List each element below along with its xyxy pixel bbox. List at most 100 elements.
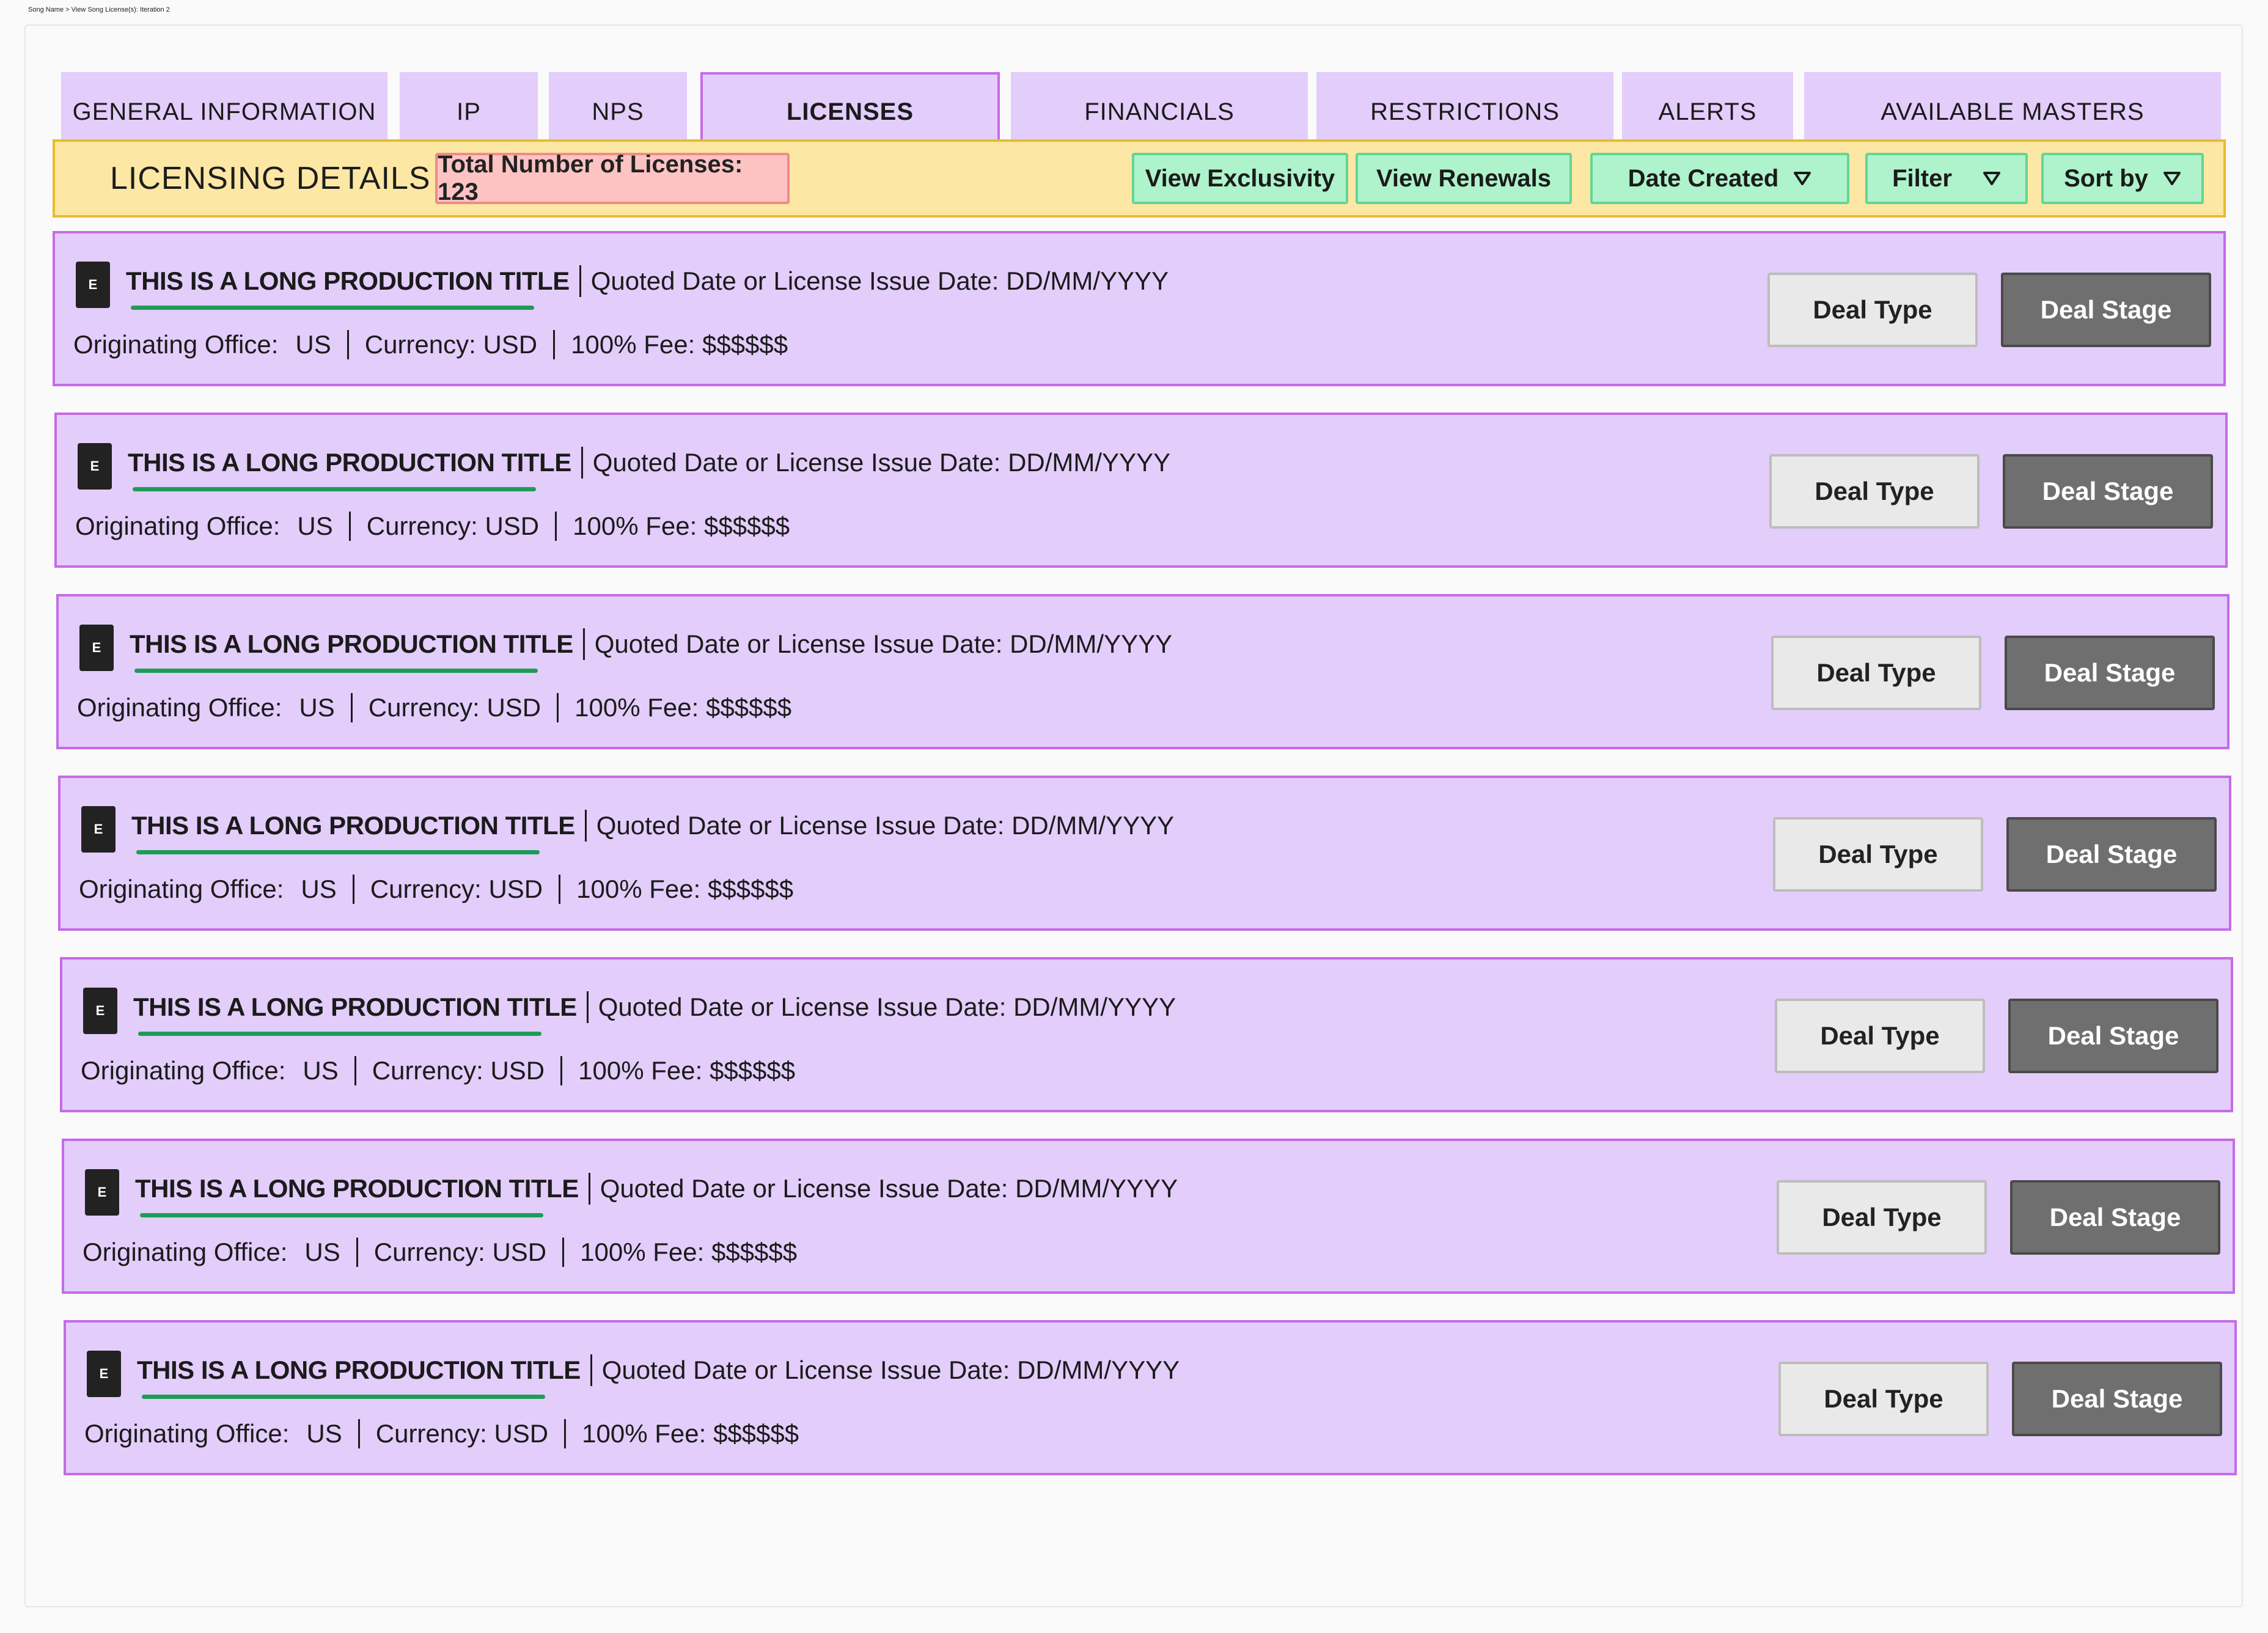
production-title[interactable]: THIS IS A LONG PRODUCTION TITLE <box>128 448 571 477</box>
office-value: US <box>303 1056 339 1085</box>
divider <box>588 1173 590 1205</box>
deal-type-button[interactable]: Deal Type <box>1778 1362 1989 1436</box>
deal-stage-button[interactable]: Deal Stage <box>2010 1180 2220 1255</box>
filter-dropdown[interactable]: Filter <box>1865 153 2028 204</box>
deal-type-button[interactable]: Deal Type <box>1767 273 1978 347</box>
license-header: THIS IS A LONG PRODUCTION TITLE Quoted D… <box>135 1170 1178 1207</box>
date-created-label: Date Created <box>1628 164 1779 192</box>
quoted-date: Quoted Date or License Issue Date: DD/MM… <box>601 1356 1180 1384</box>
deal-type-button[interactable]: Deal Type <box>1773 817 1983 892</box>
license-card[interactable]: E THIS IS A LONG PRODUCTION TITLE Quoted… <box>64 1320 2237 1475</box>
deal-stage-button[interactable]: Deal Stage <box>2005 636 2215 710</box>
exclusive-badge-icon: E <box>85 1169 119 1216</box>
title-underline <box>140 1213 543 1217</box>
license-meta: Originating Office: US Currency: USD 100… <box>84 1415 799 1452</box>
deal-stage-button[interactable]: Deal Stage <box>2008 999 2218 1073</box>
office-label: Originating Office: <box>83 1238 288 1266</box>
date-created-dropdown[interactable]: Date Created <box>1590 153 1849 204</box>
deal-stage-button[interactable]: Deal Stage <box>2003 454 2213 529</box>
production-title[interactable]: THIS IS A LONG PRODUCTION TITLE <box>130 629 573 659</box>
office-value: US <box>299 693 335 722</box>
divider <box>564 1419 567 1448</box>
fee: 100% Fee: $$$$$$ <box>576 875 794 903</box>
fee: 100% Fee: $$$$$$ <box>573 512 790 540</box>
divider <box>586 991 589 1023</box>
divider <box>358 1419 360 1448</box>
currency: Currency: USD <box>375 1419 549 1448</box>
divider <box>581 447 583 479</box>
license-card[interactable]: E THIS IS A LONG PRODUCTION TITLE Quoted… <box>58 776 2231 931</box>
view-exclusivity-button[interactable]: View Exclusivity <box>1132 153 1348 204</box>
license-card[interactable]: E THIS IS A LONG PRODUCTION TITLE Quoted… <box>62 1139 2235 1294</box>
license-card[interactable]: E THIS IS A LONG PRODUCTION TITLE Quoted… <box>54 413 2228 568</box>
license-header: THIS IS A LONG PRODUCTION TITLE Quoted D… <box>128 444 1170 481</box>
divider <box>557 693 559 722</box>
filter-label: Filter <box>1892 164 1952 192</box>
sort-by-label: Sort by <box>2064 164 2148 192</box>
view-renewals-button[interactable]: View Renewals <box>1356 153 1572 204</box>
office-label: Originating Office: <box>75 512 281 540</box>
license-meta: Originating Office: US Currency: USD 100… <box>83 1234 797 1271</box>
divider <box>562 1238 565 1267</box>
office-value: US <box>306 1419 342 1448</box>
deal-stage-button[interactable]: Deal Stage <box>2001 273 2211 347</box>
title-underline <box>142 1395 545 1399</box>
deal-stage-button[interactable]: Deal Stage <box>2012 1362 2222 1436</box>
title-underline <box>133 487 536 491</box>
office-label: Originating Office: <box>84 1419 290 1448</box>
license-header: THIS IS A LONG PRODUCTION TITLE Quoted D… <box>130 626 1172 662</box>
currency: Currency: USD <box>366 512 540 540</box>
divider <box>584 810 587 842</box>
exclusive-badge-icon: E <box>87 1351 121 1397</box>
exclusive-badge-icon: E <box>83 988 117 1034</box>
exclusive-badge-icon: E <box>81 806 116 853</box>
title-underline <box>134 669 538 673</box>
production-title[interactable]: THIS IS A LONG PRODUCTION TITLE <box>135 1174 579 1203</box>
divider <box>354 1056 356 1085</box>
divider <box>356 1238 358 1267</box>
divider <box>352 875 354 904</box>
divider <box>347 330 349 359</box>
quoted-date: Quoted Date or License Issue Date: DD/MM… <box>590 266 1169 295</box>
exclusive-badge-icon: E <box>78 443 112 490</box>
divider <box>555 512 557 541</box>
deal-stage-button[interactable]: Deal Stage <box>2006 817 2217 892</box>
office-label: Originating Office: <box>81 1056 286 1085</box>
office-value: US <box>301 875 337 903</box>
chevron-down-icon <box>1983 171 2001 186</box>
production-title[interactable]: THIS IS A LONG PRODUCTION TITLE <box>133 993 577 1022</box>
license-card[interactable]: E THIS IS A LONG PRODUCTION TITLE Quoted… <box>60 957 2233 1112</box>
office-value: US <box>297 512 333 540</box>
deal-type-button[interactable]: Deal Type <box>1777 1180 1987 1255</box>
license-header: THIS IS A LONG PRODUCTION TITLE Quoted D… <box>133 989 1176 1026</box>
chevron-down-icon <box>1793 171 1811 186</box>
currency: Currency: USD <box>372 1056 545 1085</box>
fee: 100% Fee: $$$$$$ <box>578 1056 796 1085</box>
divider <box>559 875 561 904</box>
deal-type-button[interactable]: Deal Type <box>1771 636 1981 710</box>
production-title[interactable]: THIS IS A LONG PRODUCTION TITLE <box>137 1356 581 1385</box>
deal-type-button[interactable]: Deal Type <box>1775 999 1985 1073</box>
quoted-date: Quoted Date or License Issue Date: DD/MM… <box>600 1174 1178 1203</box>
office-value: US <box>295 330 331 359</box>
production-title[interactable]: THIS IS A LONG PRODUCTION TITLE <box>126 266 570 296</box>
title-underline <box>136 850 540 854</box>
fee: 100% Fee: $$$$$$ <box>574 693 792 722</box>
divider <box>348 512 351 541</box>
divider <box>560 1056 563 1085</box>
licensing-details-bar: LICENSING DETAILS Total Number of Licens… <box>53 139 2226 218</box>
divider <box>350 693 353 722</box>
fee: 100% Fee: $$$$$$ <box>580 1238 798 1266</box>
deal-type-button[interactable]: Deal Type <box>1769 454 1980 529</box>
license-card[interactable]: E THIS IS A LONG PRODUCTION TITLE Quoted… <box>53 231 2226 386</box>
currency: Currency: USD <box>373 1238 547 1266</box>
quoted-date: Quoted Date or License Issue Date: DD/MM… <box>596 811 1175 840</box>
quoted-date: Quoted Date or License Issue Date: DD/MM… <box>598 993 1176 1021</box>
license-meta: Originating Office: US Currency: USD 100… <box>81 1052 795 1089</box>
sort-by-dropdown[interactable]: Sort by <box>2041 153 2204 204</box>
license-card[interactable]: E THIS IS A LONG PRODUCTION TITLE Quoted… <box>56 594 2229 749</box>
divider <box>579 265 581 297</box>
license-header: THIS IS A LONG PRODUCTION TITLE Quoted D… <box>126 263 1169 299</box>
currency: Currency: USD <box>364 330 538 359</box>
production-title[interactable]: THIS IS A LONG PRODUCTION TITLE <box>131 811 575 840</box>
